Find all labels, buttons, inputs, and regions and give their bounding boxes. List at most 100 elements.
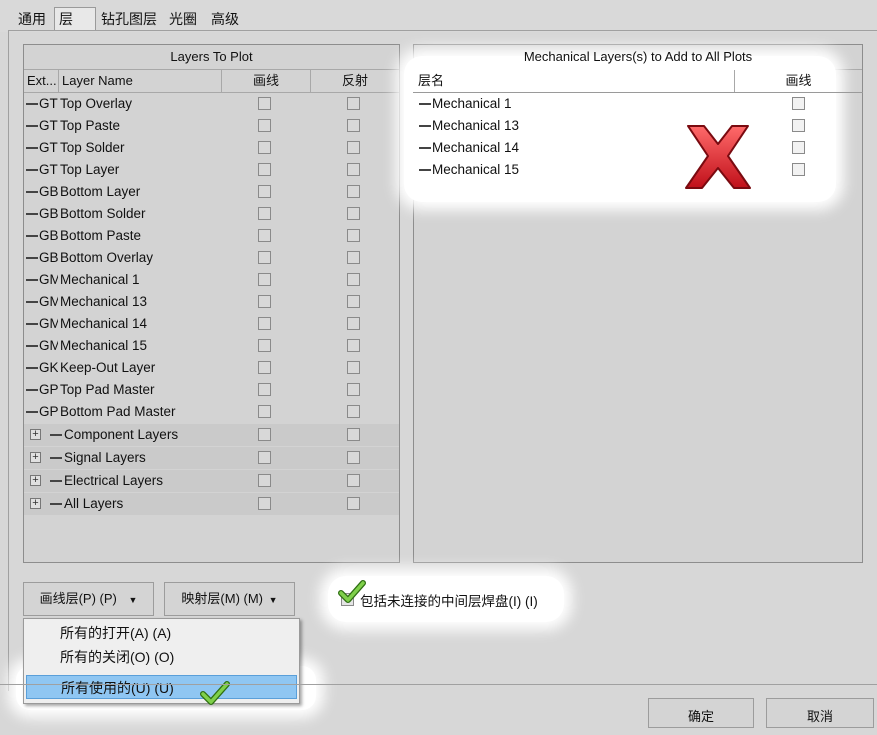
layer-group-row[interactable]: + All Layers <box>24 493 399 515</box>
mirror-checkbox[interactable] <box>347 251 360 264</box>
mirror-checkbox[interactable] <box>347 119 360 132</box>
expand-icon[interactable]: + <box>30 498 41 509</box>
layer-group-row[interactable]: + Component Layers <box>24 424 399 446</box>
table-header: Ext... Layer Name 画线 反射 <box>24 70 399 93</box>
mirror-checkbox[interactable] <box>347 163 360 176</box>
panel-title: Layers To Plot <box>24 45 399 70</box>
tab-apertures[interactable]: 光圈 <box>165 8 201 30</box>
layer-group-row[interactable]: + Electrical Layers <box>24 470 399 492</box>
layer-line-icon <box>50 503 62 506</box>
expand-icon[interactable]: + <box>30 452 41 463</box>
plot-checkbox[interactable] <box>258 251 271 264</box>
ok-button[interactable]: 确定 <box>648 698 754 728</box>
layer-name: Mechanical 15 <box>60 338 148 353</box>
table-row[interactable]: GM Mechanical 14 <box>24 313 399 335</box>
table-row[interactable]: GP Bottom Pad Master <box>24 401 399 423</box>
mirror-checkbox[interactable] <box>347 497 360 510</box>
table-row[interactable]: GM Mechanical 1 <box>24 269 399 291</box>
mirror-checkbox[interactable] <box>347 273 360 286</box>
tab-layers[interactable]: 层 <box>54 7 96 31</box>
mirror-checkbox[interactable] <box>347 97 360 110</box>
table-row[interactable]: Mechanical 15 <box>413 159 863 181</box>
tab-advanced[interactable]: 高级 <box>207 8 243 30</box>
menu-item-used-on[interactable]: 所有使用的(U) (U) <box>26 675 297 699</box>
mirror-checkbox[interactable] <box>347 317 360 330</box>
plot-checkbox[interactable] <box>258 383 271 396</box>
layer-line-icon <box>419 103 431 106</box>
mirror-checkbox[interactable] <box>347 339 360 352</box>
expand-icon[interactable]: + <box>30 475 41 486</box>
plot-checkbox[interactable] <box>258 229 271 242</box>
plot-checkbox[interactable] <box>258 207 271 220</box>
plot-checkbox[interactable] <box>258 185 271 198</box>
table-row[interactable]: GM Mechanical 15 <box>24 335 399 357</box>
include-pads-label[interactable]: 包括未连接的中间层焊盘(I) (I) <box>360 590 538 610</box>
mirror-checkbox[interactable] <box>347 361 360 374</box>
table-row[interactable]: GT Top Paste <box>24 115 399 137</box>
header-ext[interactable]: Ext... <box>24 70 58 92</box>
plot-checkbox[interactable] <box>258 273 271 286</box>
expand-icon[interactable]: + <box>30 429 41 440</box>
layer-group-row[interactable]: + Signal Layers <box>24 447 399 469</box>
table-row[interactable]: GB Bottom Paste <box>24 225 399 247</box>
table-row[interactable]: GP Top Pad Master <box>24 379 399 401</box>
table-row[interactable]: GB Bottom Layer <box>24 181 399 203</box>
plot-layers-label: 画线层(P) (P) <box>39 591 117 606</box>
mirror-checkbox[interactable] <box>347 383 360 396</box>
layer-name: Bottom Pad Master <box>60 404 176 419</box>
ext-cell <box>419 115 433 137</box>
mirror-checkbox[interactable] <box>347 185 360 198</box>
plot-checkbox[interactable] <box>258 428 271 441</box>
header-mirror[interactable]: 反射 <box>310 70 399 92</box>
tab-general[interactable]: 通用 <box>14 8 50 30</box>
table-row[interactable]: Mechanical 1 <box>413 93 863 115</box>
mirror-checkbox[interactable] <box>347 451 360 464</box>
mirror-layers-button[interactable]: 映射层(M) (M) ▼ <box>164 582 295 616</box>
table-row[interactable]: GM Mechanical 13 <box>24 291 399 313</box>
menu-item-all-off[interactable]: 所有的关闭(O) (O) <box>26 645 297 669</box>
table-row[interactable]: GB Bottom Solder <box>24 203 399 225</box>
table-row[interactable]: Mechanical 14 <box>413 137 863 159</box>
plot-checkbox[interactable] <box>258 163 271 176</box>
mirror-checkbox[interactable] <box>347 428 360 441</box>
plot-checkbox[interactable] <box>792 141 805 154</box>
plot-layers-button[interactable]: 画线层(P) (P) ▼ <box>23 582 154 616</box>
plot-checkbox[interactable] <box>258 405 271 418</box>
header-plot[interactable]: 画线 <box>734 70 862 92</box>
plot-checkbox[interactable] <box>792 97 805 110</box>
menu-item-all-on[interactable]: 所有的打开(A) (A) <box>26 621 297 645</box>
plot-checkbox[interactable] <box>258 141 271 154</box>
plot-checkbox[interactable] <box>258 497 271 510</box>
ext-cell: GT <box>26 159 58 181</box>
mirror-checkbox[interactable] <box>347 474 360 487</box>
ext-text: GT <box>39 96 58 111</box>
plot-checkbox[interactable] <box>792 163 805 176</box>
table-row[interactable]: GB Bottom Overlay <box>24 247 399 269</box>
layer-name: Bottom Layer <box>60 184 141 199</box>
plot-checkbox[interactable] <box>258 339 271 352</box>
plot-checkbox[interactable] <box>258 317 271 330</box>
mirror-checkbox[interactable] <box>347 229 360 242</box>
header-plot[interactable]: 画线 <box>221 70 310 92</box>
mirror-checkbox[interactable] <box>347 295 360 308</box>
header-layer-name[interactable]: Layer Name <box>58 70 221 92</box>
mirror-checkbox[interactable] <box>347 405 360 418</box>
tab-drill-drawing[interactable]: 钻孔图层 <box>97 8 161 30</box>
mirror-checkbox[interactable] <box>347 141 360 154</box>
plot-checkbox[interactable] <box>792 119 805 132</box>
plot-checkbox[interactable] <box>258 474 271 487</box>
table-row[interactable]: GK Keep-Out Layer <box>24 357 399 379</box>
header-layer-name[interactable]: 层名 <box>415 70 733 92</box>
layer-line-icon <box>26 213 38 216</box>
table-row[interactable]: GT Top Layer <box>24 159 399 181</box>
table-row[interactable]: Mechanical 13 <box>413 115 863 137</box>
table-row[interactable]: GT Top Solder <box>24 137 399 159</box>
plot-checkbox[interactable] <box>258 361 271 374</box>
table-row[interactable]: GT Top Overlay <box>24 93 399 115</box>
mirror-checkbox[interactable] <box>347 207 360 220</box>
plot-checkbox[interactable] <box>258 97 271 110</box>
plot-checkbox[interactable] <box>258 295 271 308</box>
cancel-button[interactable]: 取消 <box>766 698 874 728</box>
plot-checkbox[interactable] <box>258 451 271 464</box>
plot-checkbox[interactable] <box>258 119 271 132</box>
